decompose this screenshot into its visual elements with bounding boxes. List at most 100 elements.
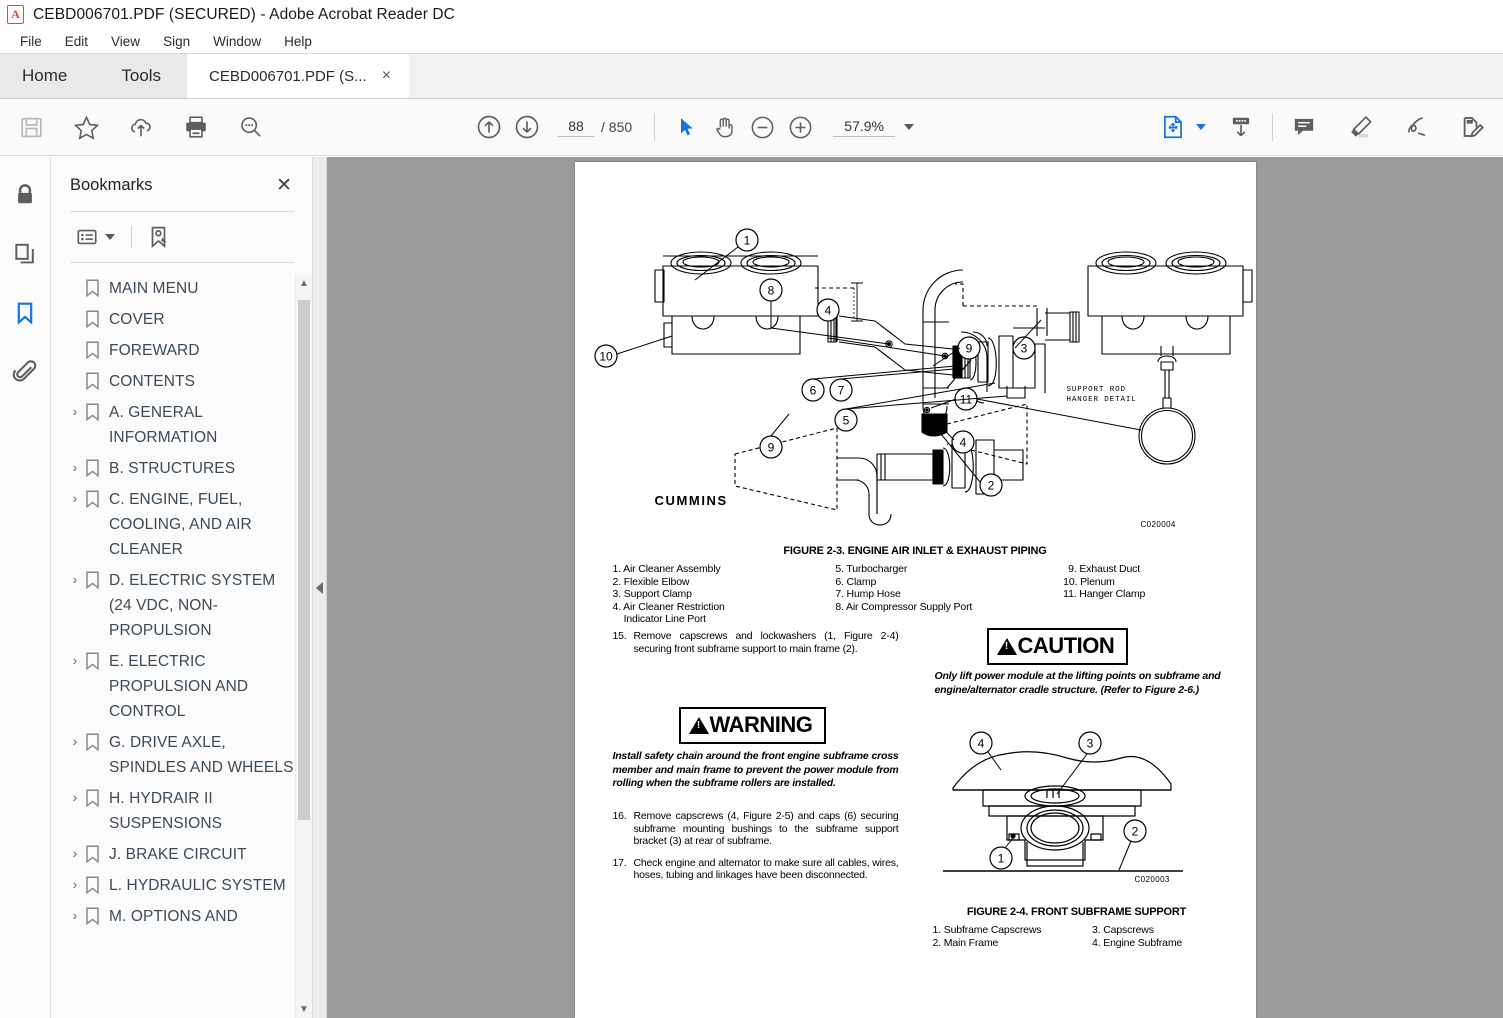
list-item[interactable]: CONTENTS [51,366,312,397]
list-item[interactable]: › B. STRUCTURES [51,453,312,484]
bookmark-icon [85,369,109,390]
list-item[interactable]: › L. HYDRAULIC SYSTEM [51,870,312,901]
minus-circle-icon[interactable] [743,108,781,146]
svg-text:2: 2 [1131,825,1138,839]
svg-text:6: 6 [809,384,816,398]
page-thumbnails-icon[interactable] [7,236,43,272]
list-item[interactable]: COVER [51,304,312,335]
highlighter-icon[interactable] [1341,108,1379,146]
tab-tools[interactable]: Tools [95,54,188,98]
page-total-label: / 850 [601,119,633,135]
bookmarks-icon[interactable] [7,295,43,331]
list-item[interactable]: › M. OPTIONS AND [51,901,312,932]
expand-arrow-icon[interactable]: › [65,456,85,478]
arrow-down-circle-icon[interactable] [508,108,546,146]
bookmark-label: D. ELECTRIC SYSTEM (24 VDC, NON-PROPULSI… [109,572,276,639]
step-17: 17. Check engine and alternator to make … [613,857,899,882]
security-lock-icon[interactable] [7,177,43,213]
navigation-rail [0,157,51,1018]
part-item: 7. Hump Hose [835,588,901,601]
list-item[interactable]: › G. DRIVE AXLE, SPINDLES AND WHEELS [51,727,312,783]
tab-document-label: CEBD006701.PDF (S... [209,67,367,85]
list-item[interactable]: › H. HYDRAIR II SUSPENSIONS [51,783,312,839]
menu-help[interactable]: Help [273,31,324,52]
caution-label: CAUTION [1017,633,1115,658]
svg-text:9: 9 [767,441,774,455]
step-number: 15. [612,630,627,642]
zoom-level-input[interactable] [833,117,896,137]
menu-edit[interactable]: Edit [54,31,100,52]
bookmark-label: CONTENTS [109,373,196,390]
svg-text:8: 8 [767,284,774,298]
list-item[interactable]: › J. BRAKE CIRCUIT [51,839,312,870]
page-scroll-icon[interactable] [1222,108,1260,146]
caution-triangle-icon [996,637,1017,655]
bookmarks-panel-title: Bookmarks [70,176,153,194]
chevron-down-icon[interactable] [105,234,115,240]
hand-icon[interactable] [705,108,743,146]
menu-file[interactable]: File [9,31,54,52]
collapse-triangle [316,581,323,594]
list-item[interactable]: MAIN MENU [51,273,312,304]
expand-arrow-icon[interactable]: › [65,400,85,422]
expand-arrow-icon[interactable]: › [65,873,85,895]
divider [131,226,132,248]
toolbar-divider [654,113,656,141]
collapse-left-icon[interactable] [313,157,327,1018]
page-number-input[interactable] [558,117,594,137]
chevron-down-icon[interactable]: ▼ [296,1001,312,1018]
expand-arrow-icon[interactable]: › [65,649,85,671]
list-item[interactable]: FOREWARD [51,335,312,366]
list-item[interactable]: › A. GENERAL INFORMATION [51,397,312,453]
cloud-upload-icon[interactable] [122,108,160,146]
menu-view[interactable]: View [100,31,152,52]
tab-home[interactable]: Home [0,54,96,98]
window-title: CEBD006701.PDF (SECURED) - Adobe Acrobat… [33,5,455,23]
list-item[interactable]: › C. ENGINE, FUEL, COOLING, AND AIR CLEA… [51,484,312,565]
save-icon[interactable] [12,108,50,146]
drawing-number-2-4: C020003 [1134,875,1170,884]
star-icon[interactable] [67,108,105,146]
menu-window[interactable]: Window [202,31,273,52]
attachments-icon[interactable] [7,354,43,390]
fill-and-sign-icon[interactable] [1453,108,1491,146]
document-viewport[interactable]: 1 8 4 10 6 7 5 9 9 3 11 4 2 CUMMINS SUPP… [327,157,1503,1018]
expand-arrow-icon[interactable]: › [65,842,85,864]
cursor-arrow-icon[interactable] [667,108,705,146]
menu-sign[interactable]: Sign [152,31,202,52]
expand-arrow-icon[interactable]: › [65,568,85,590]
bookmarks-scrollbar[interactable]: ▲ ▼ [295,275,312,1018]
list-item[interactable]: › E. ELECTRIC PROPULSION AND CONTROL [51,646,312,727]
sign-icon[interactable] [1397,108,1435,146]
bookmarks-toolbar [51,212,312,253]
caution-banner: CAUTION [986,628,1129,665]
plus-circle-icon[interactable] [781,108,819,146]
chevron-up-icon[interactable]: ▲ [296,275,312,292]
bookmark-icon [85,400,109,421]
list-item[interactable]: › D. ELECTRIC SYSTEM (24 VDC, NON-PROPUL… [51,565,312,646]
bookmark-label: FOREWARD [109,342,200,359]
bookmark-label: L. HYDRAULIC SYSTEM [109,877,286,894]
new-bookmark-icon[interactable] [144,221,174,253]
arrow-up-circle-icon[interactable] [470,108,508,146]
figure-2-4-caption: FIGURE 2-4. FRONT SUBFRAME SUPPORT [966,906,1187,918]
expand-arrow-icon[interactable]: › [65,786,85,808]
expand-arrow-icon[interactable]: › [65,730,85,752]
expand-arrow-icon[interactable]: › [65,904,85,926]
close-icon[interactable]: × [372,68,395,84]
part-item: 8. Air Compressor Supply Port [835,600,973,613]
comment-icon[interactable] [1285,108,1323,146]
expand-arrow-icon[interactable]: › [65,487,85,509]
tab-document[interactable]: CEBD006701.PDF (S... × [187,54,410,98]
fit-page-icon[interactable] [1154,108,1192,146]
scrollbar-thumb[interactable] [298,300,310,820]
chevron-down-icon[interactable] [904,124,915,130]
print-icon[interactable] [177,108,215,146]
close-icon[interactable]: ✕ [272,174,296,197]
bookmark-options-icon[interactable] [72,221,119,253]
parts-column-1: 1. Air Cleaner Assembly 2. Flexible Elbo… [613,563,836,626]
bookmarks-list[interactable]: MAIN MENU COVER FOREWARD CONTENTS › A. G… [51,263,312,1018]
figure-2-3-parts-list: 1. Air Cleaner Assembly 2. Flexible Elbo… [613,563,1232,626]
chevron-down-icon[interactable] [1196,124,1206,130]
zoom-search-icon[interactable] [232,108,270,146]
